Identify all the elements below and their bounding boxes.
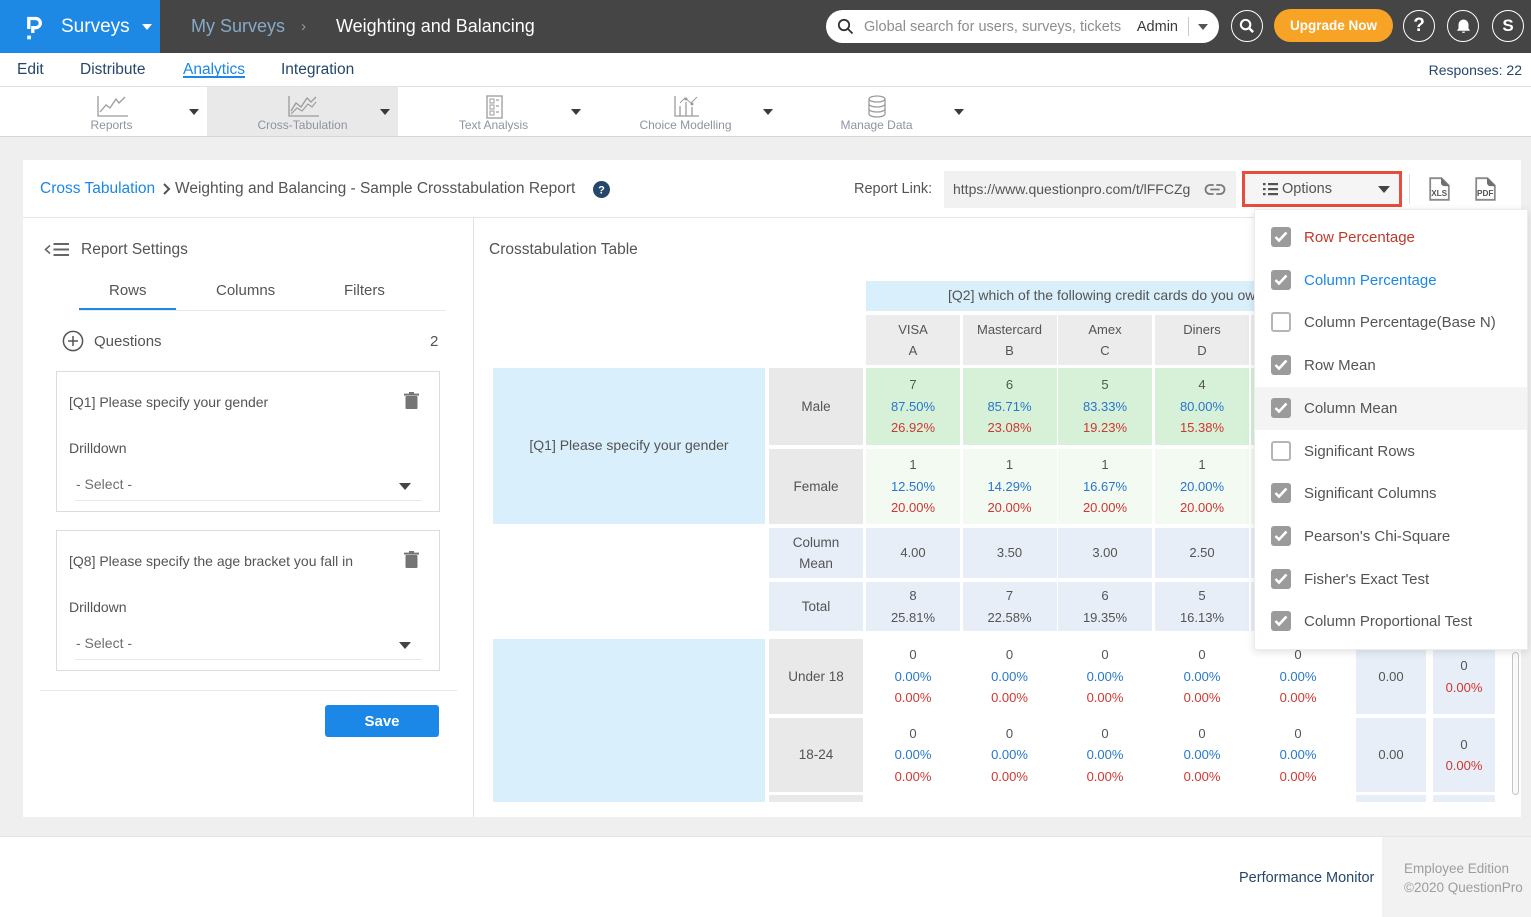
svg-text:PDF: PDF [1477, 189, 1493, 198]
svg-text:?: ? [598, 184, 605, 196]
svg-text:XLS: XLS [1431, 189, 1447, 198]
